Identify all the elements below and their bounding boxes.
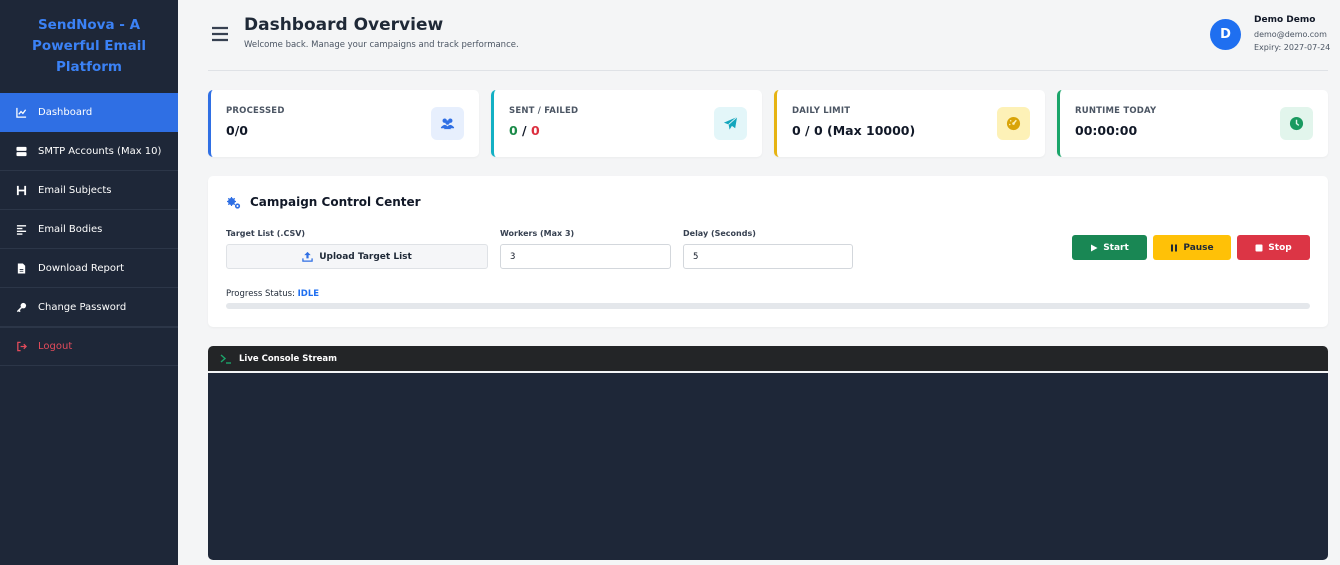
sidebar-item-download-report[interactable]: Download Report	[0, 249, 178, 288]
stop-button[interactable]: Stop	[1237, 235, 1310, 260]
key-icon	[15, 301, 27, 313]
upload-label: Upload Target List	[319, 251, 412, 262]
delay-label: Delay (Seconds)	[683, 229, 756, 238]
paper-plane-icon	[714, 107, 747, 140]
upload-icon	[302, 251, 313, 262]
stat-card-sent-failed: SENT / FAILED 0 / 0	[491, 90, 762, 157]
sidebar-item-logout[interactable]: Logout	[0, 327, 178, 366]
sidebar-item-label: SMTP Accounts (Max 10)	[38, 145, 162, 157]
cogs-icon	[226, 195, 242, 209]
sign-out-icon	[15, 341, 27, 353]
sent-failed-separator: /	[517, 123, 531, 138]
pause-label: Pause	[1183, 242, 1214, 253]
sidebar-item-email-subjects[interactable]: Email Subjects	[0, 171, 178, 210]
users-icon	[431, 107, 464, 140]
progress-bar	[226, 303, 1310, 309]
gauge-icon	[997, 107, 1030, 140]
user-email: demo@demo.com	[1254, 30, 1327, 39]
sidebar-item-smtp-accounts[interactable]: SMTP Accounts (Max 10)	[0, 132, 178, 171]
sidebar: SendNova - A Powerful Email Platform Das…	[0, 0, 178, 565]
sidebar-item-label: Email Subjects	[38, 184, 112, 196]
avatar[interactable]: D	[1210, 19, 1241, 50]
brand-title: SendNova - A Powerful Email Platform	[32, 17, 146, 75]
start-label: Start	[1103, 242, 1129, 253]
campaign-control-panel: Campaign Control Center Target List (.CS…	[208, 176, 1328, 327]
workers-label: Workers (Max 3)	[500, 229, 575, 238]
target-list-label: Target List (.CSV)	[226, 229, 306, 238]
server-icon	[15, 145, 27, 157]
stat-card-processed: PROCESSED 0/0	[208, 90, 479, 157]
progress-status-value: IDLE	[297, 289, 320, 299]
file-icon	[15, 262, 27, 274]
sidebar-item-label: Dashboard	[38, 106, 93, 118]
delay-input[interactable]	[683, 244, 853, 269]
sidebar-item-label: Logout	[38, 341, 73, 352]
sidebar-item-label: Download Report	[38, 262, 125, 274]
stat-card-runtime-today: RUNTIME TODAY 00:00:00	[1057, 90, 1328, 157]
progress-status-label: Progress Status: IDLE	[226, 289, 320, 299]
sidebar-item-label: Email Bodies	[38, 223, 103, 235]
failed-count: 0	[530, 123, 540, 138]
stop-icon	[1255, 244, 1263, 251]
user-name: Demo Demo	[1254, 15, 1316, 25]
heading-icon	[15, 184, 27, 196]
clock-icon	[1280, 107, 1313, 140]
menu-toggle-icon[interactable]	[211, 26, 229, 42]
page-title: Dashboard Overview	[244, 15, 444, 35]
stat-card-daily-limit: DAILY LIMIT 0 / 0 (Max 10000)	[774, 90, 1045, 157]
workers-input[interactable]	[500, 244, 671, 269]
sidebar-item-change-password[interactable]: Change Password	[0, 288, 178, 327]
play-icon	[1091, 244, 1098, 251]
panel-title: Campaign Control Center	[250, 195, 421, 209]
start-button[interactable]: Start	[1072, 235, 1147, 260]
upload-target-list-button[interactable]: Upload Target List	[226, 244, 488, 269]
align-left-icon	[15, 223, 27, 235]
sidebar-item-email-bodies[interactable]: Email Bodies	[0, 210, 178, 249]
chart-line-icon	[15, 106, 27, 118]
console-title: Live Console Stream	[239, 353, 337, 364]
pause-button[interactable]: Pause	[1153, 235, 1231, 260]
terminal-icon	[220, 353, 231, 364]
sent-count: 0	[509, 123, 518, 138]
sidebar-item-label: Change Password	[38, 301, 127, 313]
page-subtitle: Welcome back. Manage your campaigns and …	[244, 40, 519, 50]
header-divider	[208, 70, 1328, 71]
console-header: Live Console Stream	[208, 346, 1328, 371]
sidebar-item-dashboard[interactable]: Dashboard	[0, 93, 178, 132]
pause-icon	[1171, 244, 1178, 251]
stop-label: Stop	[1268, 242, 1292, 253]
user-expiry: Expiry: 2027-07-24	[1254, 43, 1331, 52]
console-output	[208, 373, 1328, 560]
